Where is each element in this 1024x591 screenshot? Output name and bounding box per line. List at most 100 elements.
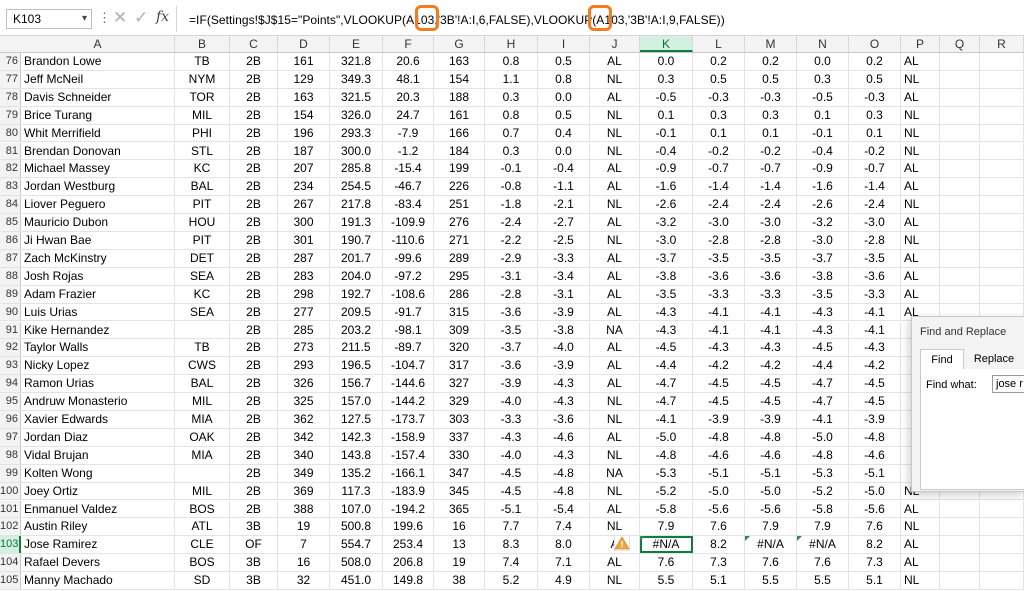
cell-f82[interactable]: -15.4 xyxy=(383,160,434,178)
column-header-f[interactable]: F xyxy=(383,36,434,52)
cell-e103[interactable]: 554.7 xyxy=(330,536,383,554)
cell-b85[interactable]: HOU xyxy=(175,214,230,231)
cell-h103[interactable]: 8.3 xyxy=(485,536,538,554)
cell-n104[interactable]: 7.6 xyxy=(797,554,849,572)
cell-p78[interactable]: AL xyxy=(901,88,940,106)
row-header[interactable]: 96 xyxy=(0,411,21,428)
column-header-k[interactable]: K xyxy=(640,36,693,52)
cell-k88[interactable]: -3.8 xyxy=(640,267,693,285)
cell-m84[interactable]: -2.4 xyxy=(745,196,797,214)
cell-g85[interactable]: 276 xyxy=(434,214,485,231)
cell-o95[interactable]: -4.5 xyxy=(849,393,901,410)
cell-e105[interactable]: 451.0 xyxy=(330,572,383,589)
cell-g98[interactable]: 330 xyxy=(434,446,485,464)
cell-a89[interactable]: Adam Frazier xyxy=(21,285,175,303)
cell-e84[interactable]: 217.8 xyxy=(330,196,383,214)
cell-i83[interactable]: -1.1 xyxy=(538,178,590,196)
cell-n80[interactable]: -0.1 xyxy=(797,124,849,142)
cell-i85[interactable]: -2.7 xyxy=(538,214,590,231)
cell-r86[interactable] xyxy=(980,232,1024,249)
cell-e97[interactable]: 142.3 xyxy=(330,428,383,446)
cell-a96[interactable]: Xavier Edwards xyxy=(21,411,175,428)
row-header[interactable]: 80 xyxy=(0,124,21,142)
cell-p84[interactable]: NL xyxy=(901,196,940,214)
cell-f84[interactable]: -83.4 xyxy=(383,196,434,214)
cell-o82[interactable]: -0.7 xyxy=(849,160,901,178)
cell-c97[interactable]: 2B xyxy=(230,428,278,446)
row-header[interactable]: 89 xyxy=(0,285,21,303)
cell-f92[interactable]: -89.7 xyxy=(383,339,434,357)
cell-l77[interactable]: 0.5 xyxy=(693,70,745,88)
cell-n82[interactable]: -0.9 xyxy=(797,160,849,178)
cell-m103[interactable]: #N/A xyxy=(745,536,797,554)
cell-d103[interactable]: 7 xyxy=(278,536,330,554)
row-header[interactable]: 97 xyxy=(0,428,21,446)
cell-b95[interactable]: MIL xyxy=(175,393,230,410)
cell-d99[interactable]: 349 xyxy=(278,464,330,482)
cell-m101[interactable]: -5.6 xyxy=(745,500,797,518)
cell-i88[interactable]: -3.4 xyxy=(538,267,590,285)
cell-h93[interactable]: -3.6 xyxy=(485,357,538,375)
cell-q88[interactable] xyxy=(940,267,980,285)
cell-k97[interactable]: -5.0 xyxy=(640,428,693,446)
cell-j76[interactable]: AL xyxy=(590,53,640,70)
cell-l98[interactable]: -4.6 xyxy=(693,446,745,464)
cell-d81[interactable]: 187 xyxy=(278,142,330,160)
cell-o86[interactable]: -2.8 xyxy=(849,232,901,249)
cell-g93[interactable]: 317 xyxy=(434,357,485,375)
column-header-q[interactable]: Q xyxy=(940,36,980,52)
cell-h101[interactable]: -5.1 xyxy=(485,500,538,518)
cell-n92[interactable]: -4.5 xyxy=(797,339,849,357)
cell-l102[interactable]: 7.6 xyxy=(693,518,745,536)
cell-k92[interactable]: -4.5 xyxy=(640,339,693,357)
cell-l99[interactable]: -5.1 xyxy=(693,464,745,482)
cell-l94[interactable]: -4.5 xyxy=(693,375,745,393)
cell-j82[interactable]: AL xyxy=(590,160,640,178)
column-header-d[interactable]: D xyxy=(278,36,330,52)
cell-m87[interactable]: -3.5 xyxy=(745,249,797,267)
cell-a85[interactable]: Mauricio Dubon xyxy=(21,214,175,231)
cell-g76[interactable]: 163 xyxy=(434,53,485,70)
cell-d84[interactable]: 267 xyxy=(278,196,330,214)
cell-k93[interactable]: -4.4 xyxy=(640,357,693,375)
cell-c82[interactable]: 2B xyxy=(230,160,278,178)
cell-i102[interactable]: 7.4 xyxy=(538,518,590,536)
cell-k103[interactable]: #N/A xyxy=(640,536,693,554)
cell-i86[interactable]: -2.5 xyxy=(538,232,590,249)
cell-f76[interactable]: 20.6 xyxy=(383,53,434,70)
cell-d78[interactable]: 163 xyxy=(278,88,330,106)
cell-k105[interactable]: 5.5 xyxy=(640,572,693,589)
cell-j101[interactable]: AL xyxy=(590,500,640,518)
cell-c103[interactable]: OF xyxy=(230,536,278,554)
cell-g103[interactable]: 13 xyxy=(434,536,485,554)
row-header[interactable]: 76 xyxy=(0,53,21,70)
cell-m105[interactable]: 5.5 xyxy=(745,572,797,589)
cell-r85[interactable] xyxy=(980,214,1024,231)
cell-e92[interactable]: 211.5 xyxy=(330,339,383,357)
row-header[interactable]: 98 xyxy=(0,446,21,464)
name-box[interactable]: K103 ▾ xyxy=(6,9,92,29)
cell-g95[interactable]: 329 xyxy=(434,393,485,410)
cell-l79[interactable]: 0.3 xyxy=(693,106,745,124)
cell-d97[interactable]: 342 xyxy=(278,428,330,446)
cell-a77[interactable]: Jeff McNeil xyxy=(21,70,175,88)
cell-j93[interactable]: AL xyxy=(590,357,640,375)
cell-d96[interactable]: 362 xyxy=(278,411,330,428)
cell-o89[interactable]: -3.3 xyxy=(849,285,901,303)
cell-c84[interactable]: 2B xyxy=(230,196,278,214)
cell-o102[interactable]: 7.6 xyxy=(849,518,901,536)
cell-h88[interactable]: -3.1 xyxy=(485,267,538,285)
cell-a81[interactable]: Brendan Donovan xyxy=(21,142,175,160)
cell-i98[interactable]: -4.3 xyxy=(538,446,590,464)
cell-n90[interactable]: -4.3 xyxy=(797,303,849,321)
cell-g94[interactable]: 327 xyxy=(434,375,485,393)
cell-f96[interactable]: -173.7 xyxy=(383,411,434,428)
cell-f98[interactable]: -157.4 xyxy=(383,446,434,464)
cell-o91[interactable]: -4.1 xyxy=(849,321,901,339)
cell-i101[interactable]: -5.4 xyxy=(538,500,590,518)
column-header-g[interactable]: G xyxy=(434,36,485,52)
cell-i77[interactable]: 0.8 xyxy=(538,70,590,88)
formula-input[interactable]: =IF(Settings!$J$15="Points",VLOOKUP(A103… xyxy=(176,6,1024,32)
row-header[interactable]: 85 xyxy=(0,214,21,231)
cell-f97[interactable]: -158.9 xyxy=(383,428,434,446)
